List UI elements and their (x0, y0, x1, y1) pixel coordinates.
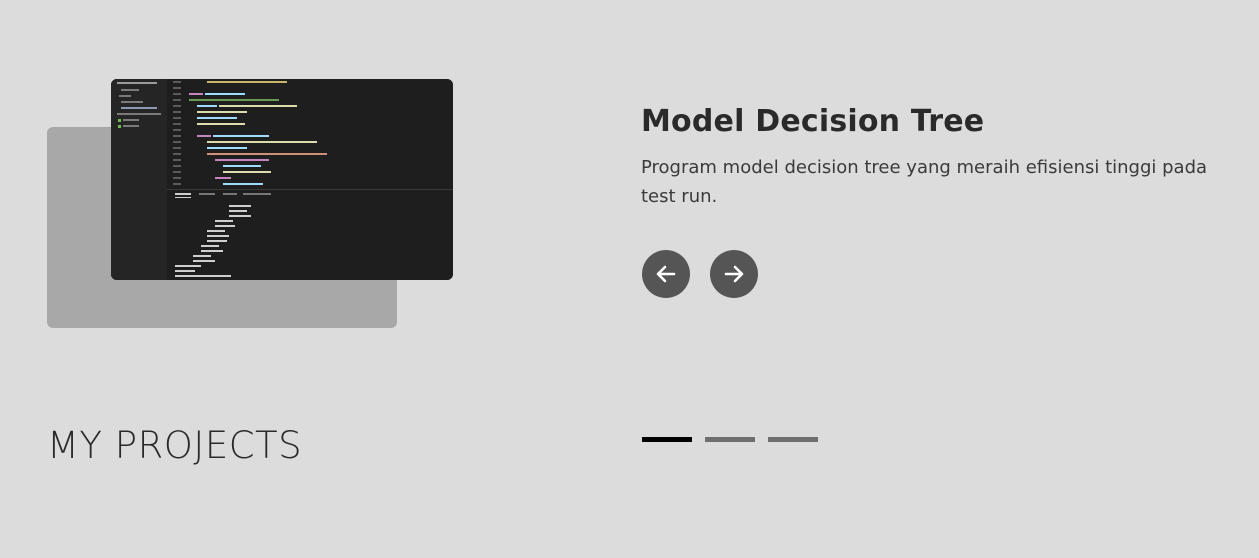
next-button[interactable] (710, 250, 758, 298)
carousel-pagination (642, 437, 818, 442)
section-title: MY PROJECTS (47, 424, 303, 467)
code-editor-screenshot-icon (111, 79, 453, 280)
arrow-left-icon (656, 265, 676, 283)
pagination-dot-2[interactable] (705, 437, 755, 442)
projects-section: Model Decision Tree Program model decisi… (0, 0, 1259, 558)
pagination-dot-1[interactable] (642, 437, 692, 442)
project-title: Model Decision Tree (641, 104, 985, 139)
previous-button[interactable] (642, 250, 690, 298)
pagination-dot-3[interactable] (768, 437, 818, 442)
project-screenshot (111, 79, 453, 280)
project-description: Program model decision tree yang meraih … (641, 157, 1208, 207)
arrow-right-icon (724, 265, 744, 283)
